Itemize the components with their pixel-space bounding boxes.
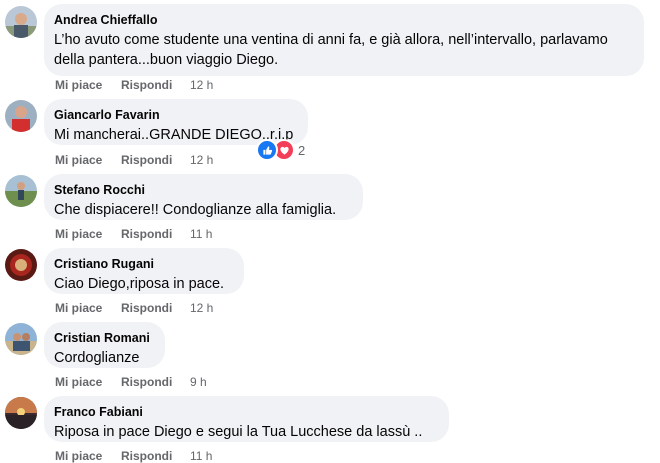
like-button[interactable]: Mi piace [55,153,121,167]
avatar[interactable] [5,175,37,207]
comment-timestamp[interactable]: 11 h [190,449,212,463]
comment-timestamp[interactable]: 12 h [190,301,213,315]
like-button[interactable]: Mi piace [55,449,121,463]
like-button[interactable]: Mi piace [55,301,121,315]
comment-author[interactable]: Andrea Chieffallo [54,12,632,28]
comment-timestamp[interactable]: 11 h [190,227,212,241]
avatar[interactable] [5,323,37,355]
like-button[interactable]: Mi piace [55,227,121,241]
comment-bubble: Cristian Romani Cordoglianze [44,322,165,368]
comment-author[interactable]: Franco Fabiani [54,404,437,420]
comment-text: Ciao Diego,riposa in pace. [54,276,225,292]
comment-bubble: Franco Fabiani Riposa in pace Diego e se… [44,396,449,442]
comment-bubble: Cristiano Rugani Ciao Diego,riposa in pa… [44,248,244,294]
comment-author[interactable]: Cristiano Rugani [54,256,232,272]
comment-actions: Mi piace Rispondi 9 h [55,375,207,389]
reply-button[interactable]: Rispondi [121,227,190,241]
like-button[interactable]: Mi piace [55,375,121,389]
reply-button[interactable]: Rispondi [121,301,190,315]
comment-author[interactable]: Cristian Romani [54,330,153,346]
avatar[interactable] [5,6,37,38]
avatar[interactable] [5,249,37,281]
reply-button[interactable]: Rispondi [121,78,190,92]
comment-bubble: Stefano Rocchi Che dispiacere!! Condogli… [44,174,363,220]
comment-text: Cordoglianze [54,350,140,366]
comment-timestamp[interactable]: 9 h [190,375,207,389]
comment-actions: Mi piace Rispondi 12 h [55,78,213,92]
comment-text: Che dispiacere!! Condoglianze alla famig… [54,202,337,218]
like-icon [256,139,278,161]
comment-actions: Mi piace Rispondi 12 h [55,153,213,167]
like-button[interactable]: Mi piace [55,78,121,92]
comment-text: Riposa in pace Diego e segui la Tua Lucc… [54,424,423,440]
reply-button[interactable]: Rispondi [121,153,190,167]
reply-button[interactable]: Rispondi [121,449,190,463]
avatar[interactable] [5,397,37,429]
comment-author[interactable]: Stefano Rocchi [54,182,351,198]
comment-timestamp[interactable]: 12 h [190,153,213,167]
reply-button[interactable]: Rispondi [121,375,190,389]
comment-timestamp[interactable]: 12 h [190,78,213,92]
reactions-summary[interactable]: 2 [256,139,306,161]
comment-text: L’ho avuto come studente una ventina di … [54,32,608,68]
comment-actions: Mi piace Rispondi 12 h [55,301,213,315]
comment-actions: Mi piace Rispondi 11 h [55,227,212,241]
comment-author[interactable]: Giancarlo Favarin [54,107,296,123]
avatar[interactable] [5,100,37,132]
reaction-count: 2 [298,142,306,158]
comment-actions: Mi piace Rispondi 11 h [55,449,212,463]
comment-bubble: Andrea Chieffallo L’ho avuto come studen… [44,4,644,76]
